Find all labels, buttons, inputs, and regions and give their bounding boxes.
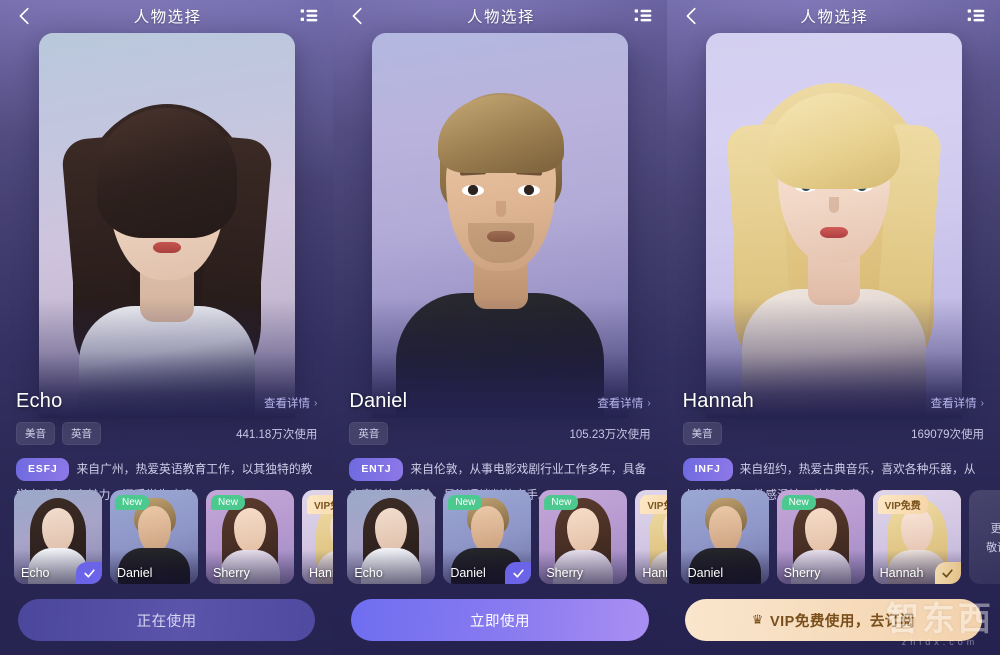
- character-name: Hannah: [682, 390, 754, 412]
- thumbnail-daniel[interactable]: Daniel: [680, 490, 769, 584]
- name-row: Daniel 查看详情 ›: [349, 390, 650, 413]
- tags-row: 英音 105.23万次使用: [349, 422, 651, 445]
- character-thumbnail-list: Daniel New Sherry VIP免费 Hannah 更 敬: [680, 490, 1000, 584]
- chevron-right-icon: ›: [980, 397, 984, 409]
- thumbnail-name: Daniel: [687, 566, 724, 580]
- tags-row: 美音 169079次使用: [682, 422, 984, 445]
- accent-tag: 美音: [16, 422, 55, 445]
- thumbnail-name: Echo: [21, 566, 50, 580]
- new-badge: New: [211, 495, 246, 510]
- new-badge: New: [448, 495, 483, 510]
- chevron-right-icon: ›: [313, 397, 318, 409]
- character-name: Echo: [16, 390, 63, 412]
- accent-tags: 美音: [682, 422, 722, 445]
- view-details-label: 查看详情: [930, 398, 977, 410]
- name-row: Hannah 查看详情 ›: [683, 390, 984, 413]
- new-badge: New: [781, 495, 816, 510]
- thumbnail-sherry[interactable]: New Sherry: [539, 490, 628, 584]
- thumbnail-name: Hannah: [879, 566, 924, 580]
- thumbnail-sherry[interactable]: New Sherry: [206, 490, 294, 584]
- hero-portrait-daniel: [372, 33, 629, 418]
- tags-row: 美音 英音 441.18万次使用: [16, 422, 317, 445]
- crown-icon: ♛: [751, 612, 764, 627]
- thumbnail-name: Sherry: [213, 566, 250, 580]
- thumbnail-echo[interactable]: Echo: [347, 490, 436, 584]
- accent-tag: 美音: [682, 422, 722, 445]
- thumbnail-name: Sherry: [546, 566, 584, 580]
- primary-action-label: 正在使用: [136, 613, 197, 630]
- chevron-right-icon: ›: [647, 397, 651, 409]
- page-title: 人物选择: [133, 9, 202, 26]
- character-name: Daniel: [349, 390, 408, 412]
- usage-count: 441.18万次使用: [236, 428, 318, 441]
- back-icon[interactable]: [347, 5, 369, 27]
- page-title: 人物选择: [466, 9, 535, 26]
- primary-action-label: VIP免费使用，去订阅: [769, 613, 915, 630]
- app-screen-daniel: 人物选择 Daniel 查看详情 › 英音 105.23万次使用 ENTJ 来自…: [333, 0, 667, 655]
- accent-tags: 美音 英音: [16, 422, 101, 445]
- usage-count: 105.23万次使用: [569, 428, 651, 441]
- name-row: Echo 查看详情 ›: [16, 390, 317, 413]
- view-details-link[interactable]: 查看详情 ›: [931, 395, 984, 411]
- primary-action-button[interactable]: 正在使用: [18, 599, 316, 641]
- thumbnail-echo[interactable]: Echo: [14, 490, 102, 584]
- view-details-link[interactable]: 查看详情 ›: [264, 395, 317, 411]
- mbti-badge: ESFJ: [16, 458, 70, 481]
- thumbnail-hannah[interactable]: VIP免费 Hannah: [872, 490, 961, 584]
- thumbnail-hannah[interactable]: VIP免费 Hannah: [635, 490, 667, 584]
- accent-tag: 英音: [62, 422, 101, 445]
- header-bar: 人物选择: [667, 0, 1000, 32]
- primary-action-label: 立即使用: [469, 613, 530, 630]
- view-details-label: 查看详情: [263, 398, 310, 410]
- thumbnail-daniel[interactable]: New Daniel: [443, 490, 532, 584]
- list-menu-icon[interactable]: [966, 6, 986, 26]
- thumbnail-hannah[interactable]: VIP免费 Hannah: [302, 490, 334, 584]
- vip-badge: VIP免费: [877, 495, 928, 514]
- back-icon[interactable]: [681, 5, 703, 27]
- more-characters-line2: 敬请期待...: [986, 541, 1000, 554]
- app-screen-hannah: 人物选择 Hannah 查看详情 › 美音 169079次使用 INFJ 来自纽…: [666, 0, 1000, 655]
- thumbnail-name: Hannah: [642, 566, 666, 580]
- new-badge: New: [115, 495, 150, 510]
- list-menu-icon[interactable]: [299, 6, 319, 26]
- thumbnail-name: Daniel: [117, 566, 153, 580]
- accent-tag: 英音: [349, 422, 389, 445]
- screenshot-triptych: 人物选择 Echo 查看详情 › 美音 英音 441.18万次使用 ESFJ 来…: [0, 0, 1000, 655]
- thumbnail-name: Echo: [354, 566, 383, 580]
- view-details-link[interactable]: 查看详情 ›: [597, 395, 650, 411]
- hero-portrait-hannah: [705, 33, 962, 418]
- selected-check-icon: [934, 562, 961, 584]
- more-characters-card[interactable]: 更多人物 敬请期待...: [968, 490, 1000, 584]
- primary-action-button[interactable]: 立即使用: [351, 599, 649, 641]
- thumbnail-sherry[interactable]: New Sherry: [776, 490, 865, 584]
- header-bar: 人物选择: [333, 0, 666, 32]
- vip-badge: VIP免费: [640, 495, 667, 514]
- header-bar: 人物选择: [0, 0, 333, 32]
- new-badge: New: [544, 495, 579, 510]
- more-characters-line1: 更多人物: [990, 522, 1000, 535]
- selected-check-icon: [76, 562, 102, 584]
- thumbnail-name: Hannah: [309, 566, 333, 580]
- app-screen-echo: 人物选择 Echo 查看详情 › 美音 英音 441.18万次使用 ESFJ 来…: [0, 0, 334, 655]
- back-icon[interactable]: [14, 5, 36, 27]
- character-thumbnail-list: Echo New Daniel New Sherry VIP Han: [347, 490, 667, 584]
- list-menu-icon[interactable]: [633, 6, 653, 26]
- mbti-badge: ENTJ: [349, 458, 404, 481]
- thumbnail-name: Sherry: [783, 566, 821, 580]
- selected-check-icon: [505, 562, 532, 584]
- hero-portrait-echo: [39, 33, 295, 418]
- vip-badge: VIP免费: [307, 495, 334, 514]
- usage-count: 169079次使用: [911, 428, 984, 441]
- accent-tags: 英音: [349, 422, 389, 445]
- character-thumbnail-list: Echo New Daniel New Sherry VIP Han: [14, 490, 334, 584]
- view-details-label: 查看详情: [597, 398, 644, 410]
- page-title: 人物选择: [800, 9, 869, 26]
- thumbnail-name: Daniel: [450, 566, 486, 580]
- mbti-badge: INFJ: [682, 458, 733, 481]
- primary-action-button[interactable]: ♛ VIP免费使用，去订阅: [684, 599, 982, 641]
- thumbnail-daniel[interactable]: New Daniel: [110, 490, 198, 584]
